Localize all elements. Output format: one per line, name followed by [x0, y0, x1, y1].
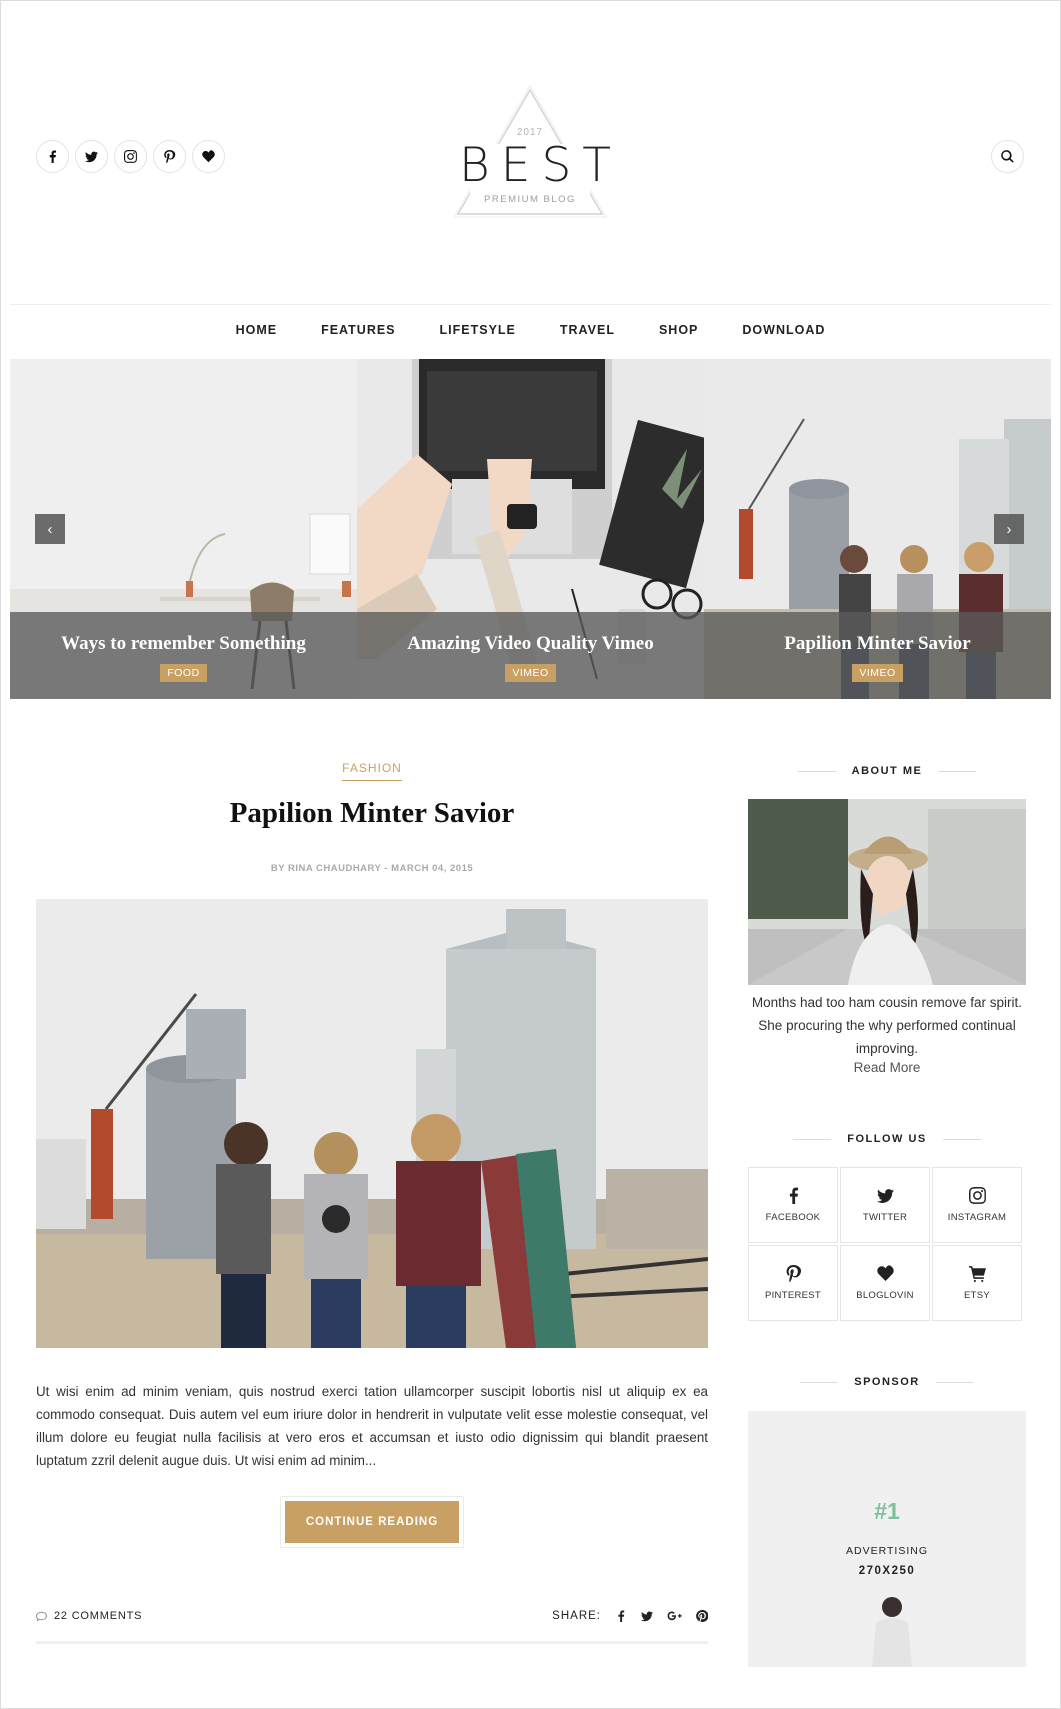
follow-us-grid: FACEBOOK TWITTER INSTAGRAM PINTEREST BLO…: [748, 1167, 1022, 1321]
continue-reading-button[interactable]: CONTINUE READING: [285, 1501, 459, 1543]
featured-slider: Ways to remember Something FOOD ‹ Amazin…: [10, 359, 1051, 699]
comments-link[interactable]: 22 COMMENTS: [36, 1610, 142, 1622]
main-nav: HOME FEATURES LIFETSYLE TRAVEL SHOP DOWN…: [0, 323, 1061, 337]
follow-twitter[interactable]: TWITTER: [840, 1167, 930, 1243]
chevron-left-icon[interactable]: ‹: [35, 514, 65, 544]
twitter-icon[interactable]: [641, 1610, 653, 1622]
follow-etsy[interactable]: ETSY: [932, 1245, 1022, 1321]
about-me-title: ABOUT ME: [748, 765, 1026, 777]
follow-label: TWITTER: [862, 1212, 908, 1223]
post-title[interactable]: Papilion Minter Savior: [36, 797, 708, 830]
sponsor-size: 270X250: [858, 1565, 916, 1577]
cart-icon: [968, 1266, 986, 1282]
google-plus-icon[interactable]: [667, 1610, 682, 1622]
sponsor-title: SPONSOR: [748, 1376, 1026, 1388]
follow-label: FACEBOOK: [765, 1212, 821, 1223]
pinterest-icon: [786, 1265, 801, 1282]
pinterest-icon[interactable]: [153, 140, 186, 173]
post-featured-image[interactable]: [36, 899, 708, 1348]
follow-label: INSTAGRAM: [947, 1212, 1007, 1223]
share-label: SHARE:: [552, 1610, 601, 1622]
instagram-icon: [968, 1187, 986, 1204]
nav-item-travel[interactable]: TRAVEL: [560, 323, 615, 337]
slide-title[interactable]: Amazing Video Quality Vimeo: [357, 633, 704, 655]
sponsor-label: ADVERTISING: [846, 1545, 928, 1557]
slide-tag[interactable]: VIMEO: [505, 664, 556, 682]
about-photo-graphic: [748, 799, 1026, 985]
search-icon[interactable]: [991, 140, 1024, 173]
slide-caption: Amazing Video Quality Vimeo VIMEO: [357, 612, 704, 699]
follow-label: ETSY: [963, 1290, 990, 1301]
twitter-icon: [876, 1189, 894, 1203]
site-logo[interactable]: 2017 BEST PREMIUM BLOG: [450, 84, 623, 220]
post-image-graphic: [36, 899, 708, 1348]
follow-pinterest[interactable]: PINTEREST: [748, 1245, 838, 1321]
follow-label: BLOGLOVIN: [856, 1290, 914, 1301]
post-category-link[interactable]: FASHION: [342, 761, 402, 781]
post-excerpt: Ut wisi enim ad minim veniam, quis nostr…: [36, 1384, 708, 1468]
slide-tag[interactable]: FOOD: [160, 664, 207, 682]
post-meta: BY RINA CHAUDHARY - MARCH 04, 2015: [270, 863, 474, 874]
slide-title[interactable]: Ways to remember Something: [10, 633, 357, 655]
nav-item-features[interactable]: FEATURES: [321, 323, 395, 337]
nav-item-lifestyle[interactable]: LIFETSYLE: [440, 323, 516, 337]
facebook-icon: [789, 1187, 798, 1204]
twitter-icon[interactable]: [75, 140, 108, 173]
share-bar: SHARE:: [552, 1610, 708, 1622]
post-category: FASHION: [36, 759, 708, 781]
slide-tag[interactable]: VIMEO: [852, 664, 903, 682]
follow-us-title: FOLLOW US: [748, 1133, 1026, 1145]
nav-item-home[interactable]: HOME: [236, 323, 278, 337]
header-social-icons: [36, 140, 225, 173]
sponsor-graphic: [748, 1411, 1026, 1667]
slide-1[interactable]: Ways to remember Something FOOD ‹: [10, 359, 357, 699]
logo-title: BEST: [459, 138, 623, 193]
slide-3[interactable]: Papilion Minter Savior VIMEO ›: [704, 359, 1051, 699]
post-divider: [36, 1641, 708, 1644]
follow-instagram[interactable]: INSTAGRAM: [932, 1167, 1022, 1243]
comment-icon: [36, 1611, 47, 1621]
about-me-text: Months had too ham cousin remove far spi…: [751, 995, 1023, 1056]
slide-title[interactable]: Papilion Minter Savior: [704, 633, 1051, 655]
slide-caption: Ways to remember Something FOOD: [10, 612, 357, 699]
follow-label: PINTEREST: [764, 1290, 821, 1301]
nav-item-shop[interactable]: SHOP: [659, 323, 698, 337]
logo-year: 2017: [516, 127, 544, 138]
facebook-icon[interactable]: [615, 1610, 627, 1622]
facebook-icon[interactable]: [36, 140, 69, 173]
post-footer: 22 COMMENTS SHARE:: [36, 1610, 708, 1622]
instagram-icon[interactable]: [114, 140, 147, 173]
about-read-more-link[interactable]: Read More: [748, 1060, 1026, 1075]
nav-item-download[interactable]: DOWNLOAD: [742, 323, 825, 337]
follow-facebook[interactable]: FACEBOOK: [748, 1167, 838, 1243]
chevron-right-icon[interactable]: ›: [994, 514, 1024, 544]
sponsor-number: #1: [874, 1498, 900, 1524]
slide-caption: Papilion Minter Savior VIMEO: [704, 612, 1051, 699]
follow-bloglovin[interactable]: BLOGLOVIN: [840, 1245, 930, 1321]
about-me-image[interactable]: [748, 799, 1026, 985]
heart-icon: [876, 1265, 894, 1281]
logo-subtitle: PREMIUM BLOG: [484, 194, 576, 205]
comments-count: 22 COMMENTS: [54, 1610, 143, 1622]
slide-2[interactable]: Amazing Video Quality Vimeo VIMEO: [357, 359, 704, 699]
pinterest-icon[interactable]: [696, 1610, 708, 1622]
header-divider: [10, 304, 1051, 305]
heart-icon[interactable]: [192, 140, 225, 173]
sponsor-ad[interactable]: #1 ADVERTISING 270X250: [748, 1411, 1026, 1667]
continue-reading-wrapper: CONTINUE READING: [280, 1496, 464, 1548]
